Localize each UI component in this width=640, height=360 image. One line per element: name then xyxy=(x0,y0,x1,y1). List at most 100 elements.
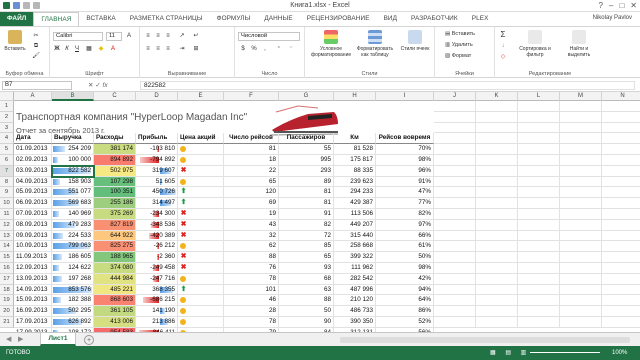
empty-cell[interactable] xyxy=(476,219,518,231)
copy-icon[interactable]: ⧉ xyxy=(32,42,40,50)
cell-H12[interactable]: 449 207 xyxy=(334,219,376,231)
select-all-corner[interactable] xyxy=(0,92,14,101)
cell-D7[interactable]: 319 607 xyxy=(136,165,178,177)
cell-E7[interactable]: ✖ xyxy=(178,165,224,177)
empty-cell[interactable] xyxy=(518,187,560,199)
cell-D13[interactable]: -420 389 xyxy=(136,230,178,242)
close-icon[interactable]: ✕ xyxy=(630,1,637,10)
autosum-icon[interactable]: Σ xyxy=(499,31,507,39)
cell-G20[interactable]: 50 xyxy=(279,306,334,317)
empty-cell[interactable] xyxy=(518,209,560,220)
cell-D20[interactable]: 141 190 xyxy=(136,306,178,317)
align-bottom-icon[interactable]: ≡ xyxy=(164,32,172,40)
cell-F5[interactable]: 81 xyxy=(224,144,279,155)
cell-A16[interactable]: 12.09.2013 xyxy=(14,263,52,274)
help-icon[interactable]: ? xyxy=(599,1,603,10)
column-header-F[interactable]: F xyxy=(224,92,279,101)
cell-B15[interactable]: 186 605 xyxy=(52,252,94,263)
cell-F14[interactable]: 62 xyxy=(224,241,279,253)
empty-cell[interactable] xyxy=(602,101,640,112)
cell-E21[interactable] xyxy=(178,317,224,328)
empty-cell[interactable] xyxy=(434,101,476,112)
align-right-icon[interactable]: ≡ xyxy=(164,45,172,53)
zoom-slider[interactable] xyxy=(530,352,600,353)
tab-plex[interactable]: PLEX xyxy=(465,12,496,26)
cell-H17[interactable]: 282 542 xyxy=(334,273,376,285)
empty-cell[interactable] xyxy=(602,317,640,328)
column-title[interactable]: Расходы xyxy=(94,133,136,145)
tab-insert[interactable]: ВСТАВКА xyxy=(79,12,122,26)
cell-H13[interactable]: 315 440 xyxy=(334,230,376,242)
cell-A12[interactable]: 08.09.2013 xyxy=(14,219,52,231)
column-title[interactable]: Дата xyxy=(14,133,52,145)
empty-cell[interactable] xyxy=(518,230,560,242)
sheet-tab-list1[interactable]: Лист1 xyxy=(40,333,76,346)
cell-B19[interactable]: 182 388 xyxy=(52,295,94,307)
row-header-20[interactable]: 20 xyxy=(0,306,14,317)
empty-cell[interactable] xyxy=(560,122,602,134)
empty-cell[interactable] xyxy=(518,306,560,317)
merge-icon[interactable]: ⊞ xyxy=(192,45,200,53)
empty-cell[interactable] xyxy=(560,111,602,123)
empty-cell[interactable] xyxy=(476,198,518,209)
clear-icon[interactable]: ◇ xyxy=(499,53,507,61)
empty-cell[interactable] xyxy=(518,176,560,188)
sort-filter-button[interactable]: Сортировка и фильтр xyxy=(515,30,555,58)
format-painter-icon[interactable]: 🖌 xyxy=(32,52,40,60)
empty-cell[interactable] xyxy=(476,230,518,242)
empty-cell[interactable] xyxy=(434,219,476,231)
indent-icon[interactable]: ⇥ xyxy=(178,45,186,53)
cell-C7[interactable]: 502 975 xyxy=(94,165,136,177)
cell-E11[interactable]: ✖ xyxy=(178,209,224,220)
empty-cell[interactable] xyxy=(560,133,602,145)
user-name[interactable]: Nikolay Pavlov xyxy=(593,15,632,21)
cell-D6[interactable]: -794 892 xyxy=(136,155,178,166)
cell-I17[interactable]: 42% xyxy=(376,273,434,285)
empty-cell[interactable] xyxy=(602,155,640,166)
empty-cell[interactable] xyxy=(518,295,560,307)
format-cells-button[interactable]: ▧ Формат xyxy=(445,53,471,60)
cell-C8[interactable]: 107 298 xyxy=(94,176,136,188)
row-header-7[interactable]: 7 xyxy=(0,165,14,177)
cell-E15[interactable]: ✖ xyxy=(178,252,224,263)
cut-icon[interactable]: ✂ xyxy=(32,32,40,40)
row-header-1[interactable]: 1 xyxy=(0,101,14,112)
cell-G5[interactable]: 55 xyxy=(279,144,334,155)
column-title[interactable]: Км xyxy=(334,133,376,145)
cell-A8[interactable]: 04.09.2013 xyxy=(14,176,52,188)
cell-A5[interactable]: 01.09.2013 xyxy=(14,144,52,155)
empty-cell[interactable] xyxy=(602,220,640,231)
cell-H8[interactable]: 239 623 xyxy=(334,176,376,188)
empty-cell[interactable] xyxy=(560,219,602,231)
cell-E14[interactable] xyxy=(178,241,224,253)
cell-I20[interactable]: 86% xyxy=(376,306,434,317)
percent-icon[interactable]: % xyxy=(250,45,258,53)
empty-cell[interactable] xyxy=(518,198,560,209)
empty-cell[interactable] xyxy=(518,284,560,296)
number-format-combo[interactable]: Числовой xyxy=(238,32,300,41)
font-size-combo[interactable]: 11 xyxy=(106,32,122,41)
empty-cell[interactable] xyxy=(560,209,602,220)
empty-cell[interactable] xyxy=(560,295,602,307)
cell-I7[interactable]: 96% xyxy=(376,165,434,177)
cell-D16[interactable]: -249 458 xyxy=(136,263,178,274)
tab-page-layout[interactable]: РАЗМЕТКА СТРАНИЦЫ xyxy=(123,12,210,26)
cell-F9[interactable]: 120 xyxy=(224,187,279,199)
cell-G21[interactable]: 90 xyxy=(279,317,334,328)
empty-cell[interactable] xyxy=(560,230,602,242)
align-left-icon[interactable]: ≡ xyxy=(144,45,152,53)
row-header-13[interactable]: 13 xyxy=(0,230,14,242)
cell-B12[interactable]: 479 283 xyxy=(52,219,94,231)
cell-C19[interactable]: 868 603 xyxy=(94,295,136,307)
formula-input[interactable]: 822582 xyxy=(140,81,635,90)
align-middle-icon[interactable]: ≡ xyxy=(154,32,162,40)
row-header-4[interactable]: 4 xyxy=(0,133,14,145)
empty-cell[interactable] xyxy=(518,273,560,285)
cell-C21[interactable]: 413 006 xyxy=(94,317,136,328)
cell-H11[interactable]: 113 506 xyxy=(334,209,376,220)
empty-cell[interactable] xyxy=(476,133,518,145)
cell-D17[interactable]: -247 716 xyxy=(136,273,178,285)
cell-D9[interactable]: 450 726 xyxy=(136,187,178,199)
empty-cell[interactable] xyxy=(518,111,560,123)
bold-icon[interactable]: Ж xyxy=(53,45,61,53)
